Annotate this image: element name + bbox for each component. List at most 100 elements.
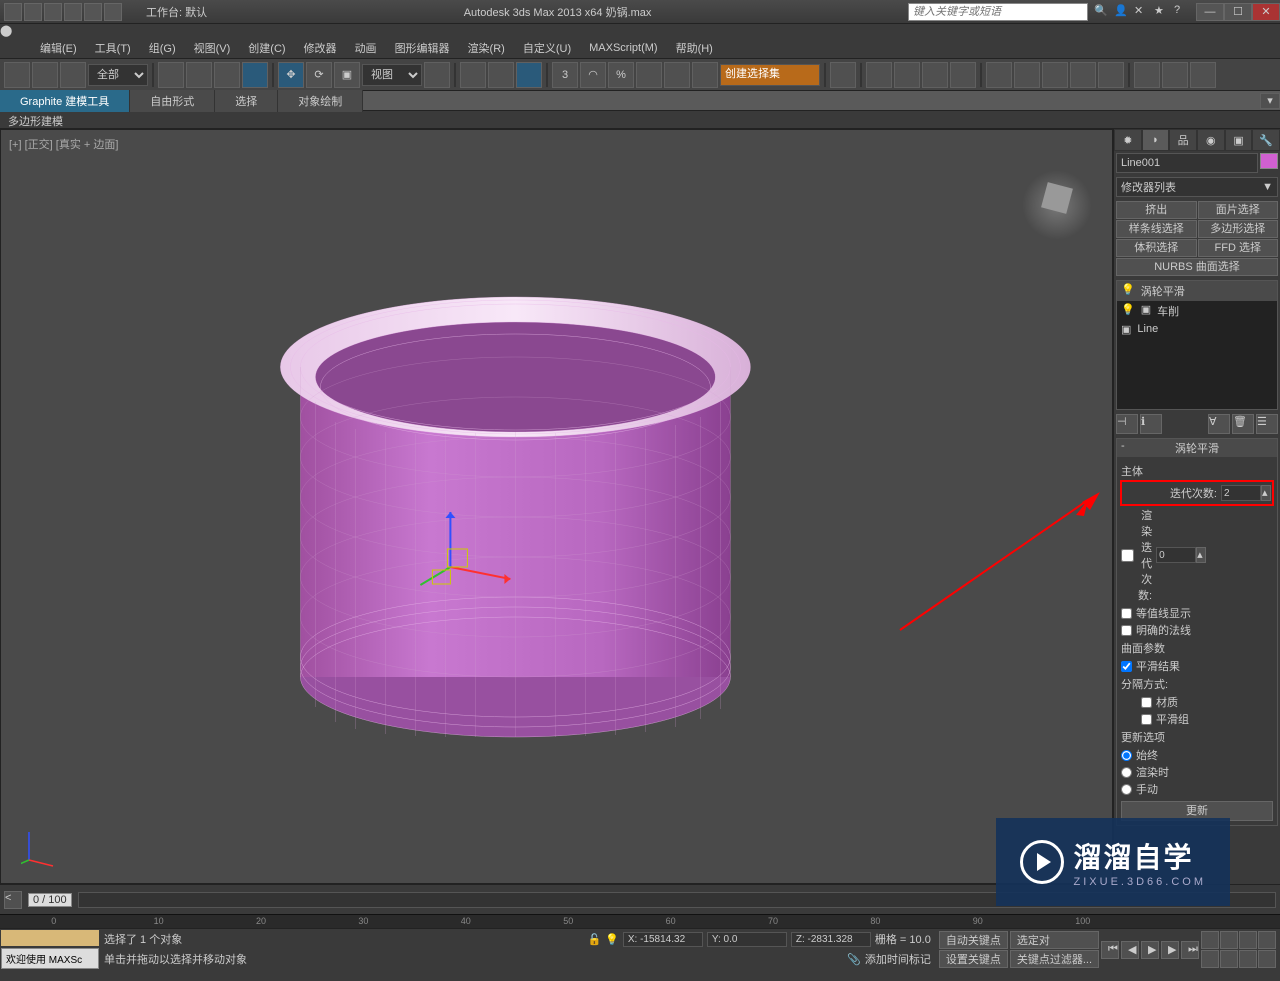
menu-help[interactable]: 帮助(H) xyxy=(676,40,713,56)
iterations-input[interactable] xyxy=(1221,485,1261,501)
angle-snap-icon[interactable]: ◠ xyxy=(580,62,606,88)
workspace-selector[interactable]: 工作台: 默认 xyxy=(146,4,207,20)
keyfilter-button[interactable]: 关键点过滤器... xyxy=(1010,950,1099,968)
link-icon[interactable] xyxy=(4,62,30,88)
modbtn-extrude[interactable]: 挤出 xyxy=(1116,201,1197,219)
object-color-swatch[interactable] xyxy=(1260,153,1278,169)
render-setup-icon[interactable] xyxy=(1042,62,1068,88)
qat-redo-icon[interactable] xyxy=(84,3,102,21)
render-icon[interactable] xyxy=(1098,62,1124,88)
nav-zoom-icon[interactable] xyxy=(1220,931,1238,949)
modbtn-nurbs[interactable]: NURBS 曲面选择 xyxy=(1116,258,1278,276)
frame-display[interactable]: 0 / 100 xyxy=(28,893,72,907)
help-icon[interactable]: ? xyxy=(1174,4,1190,20)
help-search-input[interactable] xyxy=(908,3,1088,21)
smooth-result-checkbox[interactable] xyxy=(1121,661,1132,672)
move-icon[interactable]: ✥ xyxy=(278,62,304,88)
binoculars-icon[interactable]: 🔍 xyxy=(1094,4,1110,20)
lightbulb2-icon[interactable]: 💡 xyxy=(605,933,619,946)
modbtn-ffdsel[interactable]: FFD 选择 xyxy=(1198,239,1279,257)
autokey-button[interactable]: 自动关键点 xyxy=(939,931,1008,949)
tab-objectpaint[interactable]: 对象绘制 xyxy=(278,90,363,112)
minimize-button[interactable]: — xyxy=(1196,3,1224,21)
rotate-icon[interactable]: ⟳ xyxy=(306,62,332,88)
menu-tools[interactable]: 工具(T) xyxy=(95,40,131,56)
goto-start-icon[interactable]: ⏮ xyxy=(1101,941,1119,959)
menu-animation[interactable]: 动画 xyxy=(355,40,377,56)
remove-mod-icon[interactable]: 🗑 xyxy=(1232,414,1254,434)
qat-save-icon[interactable] xyxy=(44,3,62,21)
rollout-header[interactable]: 涡轮平滑 xyxy=(1117,439,1277,457)
modbtn-polysel[interactable]: 多边形选择 xyxy=(1198,220,1279,238)
pivot-icon[interactable] xyxy=(424,62,450,88)
stack-item-line[interactable]: ▣Line xyxy=(1117,321,1277,338)
window-crossing-icon[interactable] xyxy=(242,62,268,88)
nav-fov-icon[interactable] xyxy=(1239,931,1257,949)
maxscript-mini[interactable]: 欢迎使用 MAXSc xyxy=(1,948,99,969)
lock-icon[interactable]: 🔓 xyxy=(587,933,601,946)
material-checkbox[interactable] xyxy=(1141,697,1152,708)
add-time-tag[interactable]: 添加时间标记 xyxy=(865,951,931,967)
menu-rendering[interactable]: 渲染(R) xyxy=(468,40,505,56)
maximize-button[interactable]: ☐ xyxy=(1224,3,1252,21)
lightbulb-icon[interactable]: 💡 xyxy=(1121,303,1135,319)
render-iters-checkbox[interactable] xyxy=(1121,549,1134,562)
tab-hierarchy-icon[interactable]: 品 xyxy=(1169,129,1197,151)
nav-maximize-icon[interactable] xyxy=(1258,950,1276,968)
modifier-stack[interactable]: 💡涡轮平滑 💡▣车削 ▣Line xyxy=(1116,280,1278,410)
modbtn-volsel[interactable]: 体积选择 xyxy=(1116,239,1197,257)
spinner-arrows-icon[interactable]: ▴ xyxy=(1196,547,1206,563)
timetag-icon[interactable]: 📎 xyxy=(847,953,861,966)
nav-pan-icon[interactable] xyxy=(1201,931,1219,949)
manipulate-icon[interactable] xyxy=(460,62,486,88)
viewcube[interactable] xyxy=(1022,170,1092,240)
teapot1-icon[interactable] xyxy=(1134,62,1160,88)
percent-snap-icon[interactable]: % xyxy=(608,62,634,88)
menu-grapheditors[interactable]: 图形编辑器 xyxy=(395,40,450,56)
edged-faces-icon[interactable] xyxy=(664,62,690,88)
timeline-toggle-icon[interactable]: < xyxy=(4,891,22,909)
modifier-list-dropdown[interactable]: 修改器列表▼ xyxy=(1116,177,1278,197)
close-button[interactable]: ✕ xyxy=(1252,3,1280,21)
subribbon[interactable]: 多边形建模 xyxy=(0,111,1280,129)
app-logo-icon[interactable]: ⬤ xyxy=(0,24,1280,37)
align-icon[interactable] xyxy=(866,62,892,88)
keyboard-icon[interactable] xyxy=(488,62,514,88)
menu-modifiers[interactable]: 修改器 xyxy=(304,40,337,56)
signin-icon[interactable]: 👤 xyxy=(1114,4,1130,20)
nav-zoomext-icon[interactable] xyxy=(1258,931,1276,949)
teapot3-icon[interactable] xyxy=(1190,62,1216,88)
snap-toggle-icon[interactable] xyxy=(516,62,542,88)
spinner-arrows-icon[interactable]: ▴ xyxy=(1261,485,1271,501)
modbtn-splinesel[interactable]: 样条线选择 xyxy=(1116,220,1197,238)
material-editor-icon[interactable] xyxy=(1014,62,1040,88)
snap-3d-icon[interactable]: 3 xyxy=(552,62,578,88)
tab-motion-icon[interactable]: ◉ xyxy=(1197,129,1225,151)
coord-x[interactable]: X: -15814.32 xyxy=(623,932,703,947)
menu-group[interactable]: 组(G) xyxy=(149,40,176,56)
make-unique-icon[interactable]: ∀ xyxy=(1208,414,1230,434)
nav-region-icon[interactable] xyxy=(1201,950,1219,968)
menu-edit[interactable]: 编辑(E) xyxy=(40,40,77,56)
teapot2-icon[interactable] xyxy=(1162,62,1188,88)
stack-item-lathe[interactable]: 💡▣车削 xyxy=(1117,301,1277,321)
tab-graphite[interactable]: Graphite 建模工具 xyxy=(0,90,130,112)
edit-named-sel-icon[interactable] xyxy=(692,62,718,88)
tab-freeform[interactable]: 自由形式 xyxy=(130,90,215,112)
iterations-spinner[interactable]: ▴ xyxy=(1221,485,1271,501)
exchange-icon[interactable]: ✕ xyxy=(1134,4,1150,20)
prev-frame-icon[interactable]: ◀ xyxy=(1121,941,1139,959)
next-frame-icon[interactable]: ▶ xyxy=(1161,941,1179,959)
menu-create[interactable]: 创建(C) xyxy=(248,40,285,56)
mirror-icon[interactable] xyxy=(830,62,856,88)
pin-stack-icon[interactable]: ⊣ xyxy=(1116,414,1138,434)
layers-icon[interactable] xyxy=(894,62,920,88)
refcoord-select[interactable]: 视图 xyxy=(362,64,422,86)
selection-filter-select[interactable]: 全部 xyxy=(88,64,148,86)
show-result-icon[interactable]: ℹ xyxy=(1140,414,1162,434)
nav-orbit-icon[interactable] xyxy=(1239,950,1257,968)
tab-modify-icon[interactable]: ◗ xyxy=(1142,129,1170,151)
coord-z[interactable]: Z: -2831.328 xyxy=(791,932,871,947)
stack-item-turbosmooth[interactable]: 💡涡轮平滑 xyxy=(1117,281,1277,301)
explicit-normals-checkbox[interactable] xyxy=(1121,625,1132,636)
